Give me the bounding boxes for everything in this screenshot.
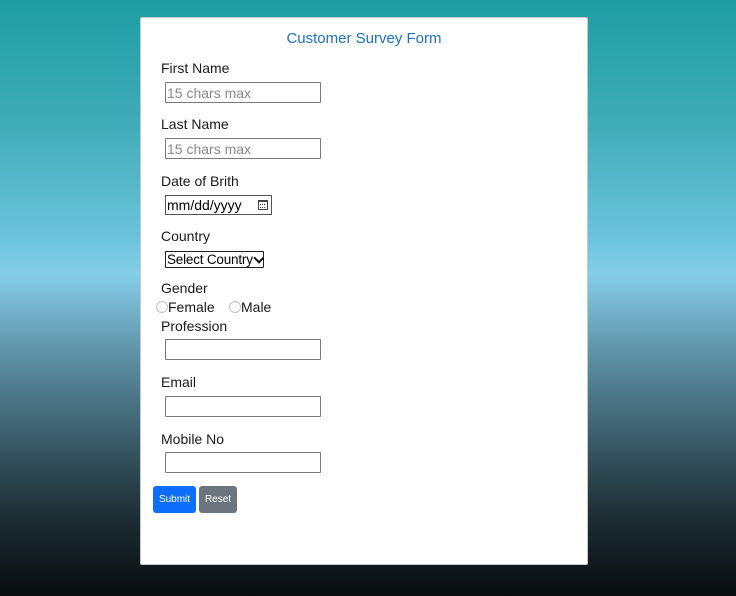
gender-female-label: Female (168, 299, 215, 315)
last-name-input[interactable] (165, 138, 321, 159)
email-input[interactable] (165, 396, 321, 417)
reset-button[interactable]: Reset (199, 486, 237, 513)
date-of-birth-value: mm/dd/yyyy (167, 197, 242, 213)
submit-button[interactable]: Submit (153, 486, 196, 513)
profession-input[interactable] (165, 339, 321, 360)
survey-form-card: Customer Survey Form First Name Last Nam… (140, 17, 588, 565)
first-name-input[interactable] (165, 82, 321, 103)
profession-label: Profession (161, 318, 228, 334)
gender-male-label: Male (241, 299, 272, 315)
first-name-label: First Name (161, 60, 230, 76)
mobile-label: Mobile No (161, 431, 225, 447)
date-of-birth-input[interactable]: mm/dd/yyyy (165, 195, 272, 215)
mobile-input[interactable] (165, 452, 321, 473)
calendar-icon[interactable] (258, 200, 268, 210)
country-select[interactable]: Select Country (165, 251, 264, 268)
chevron-down-icon (253, 252, 263, 264)
gender-label: Gender (161, 280, 208, 296)
last-name-label: Last Name (161, 116, 229, 132)
gender-male-radio[interactable] (229, 301, 241, 313)
form-title: Customer Survey Form (286, 30, 442, 47)
date-of-birth-label: Date of Brith (161, 173, 239, 189)
country-selected-value: Select Country (167, 252, 253, 267)
country-label: Country (161, 228, 211, 244)
gender-female-radio[interactable] (156, 301, 168, 313)
email-label: Email (161, 374, 197, 390)
